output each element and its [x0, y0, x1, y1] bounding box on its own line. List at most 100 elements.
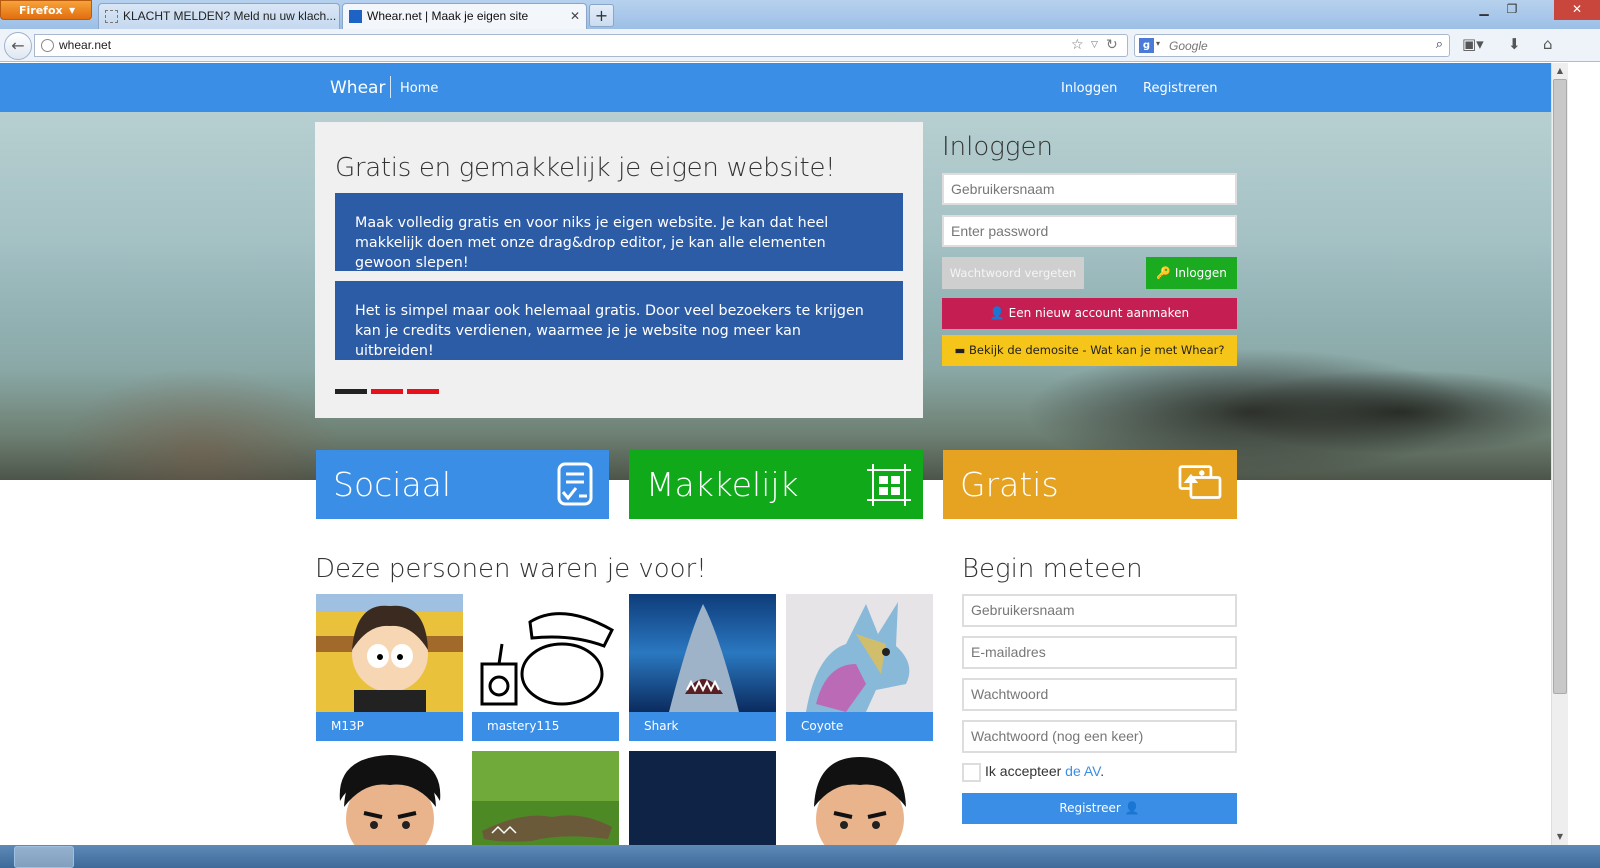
taskbar-button[interactable]	[14, 846, 74, 868]
register-email-placeholder: E-mailadres	[971, 644, 1046, 660]
accept-terms-label: Ik accepteer de AV.	[985, 763, 1104, 779]
login-username-placeholder: Gebruikersnaam	[951, 181, 1055, 197]
firefox-menu-button[interactable]: Firefox ▼	[0, 0, 92, 20]
tab-whear[interactable]: Whear.net | Maak je eigen site ✕	[342, 3, 587, 29]
os-taskbar	[0, 845, 1600, 868]
user-icon: 👤	[1124, 801, 1140, 815]
person-card[interactable]: Coyote	[786, 594, 933, 741]
feature-label: Makkelijk	[646, 465, 799, 504]
page-scrollbar[interactable]: ▲ ▼	[1551, 63, 1568, 845]
person-card[interactable]	[786, 751, 933, 845]
chevron-down-icon[interactable]: ▾	[1156, 39, 1160, 48]
avatar	[316, 594, 463, 712]
card-icon: ▬	[954, 343, 966, 357]
scroll-up-icon[interactable]: ▲	[1552, 63, 1568, 79]
register-username-input[interactable]: Gebruikersnaam	[962, 594, 1237, 627]
intro-slider: Gratis en gemakkelijk je eigen website! …	[315, 122, 923, 418]
person-card[interactable]	[316, 751, 463, 845]
register-password-input[interactable]: Wachtwoord	[962, 678, 1237, 711]
avatar	[786, 751, 933, 845]
tab-title: KLACHT MELDEN? Meld nu uw klach...	[123, 9, 337, 23]
feature-tile-social[interactable]: Sociaal	[316, 450, 609, 519]
slider-title: Gratis en gemakkelijk je eigen website!	[335, 153, 836, 183]
demo-site-label: Bekijk de demosite - Wat kan je met Whea…	[969, 343, 1225, 357]
key-icon: 🔑	[1156, 266, 1172, 280]
feature-tile-easy[interactable]: Makkelijk	[629, 450, 923, 519]
grid-frame-icon	[867, 464, 911, 506]
slider-dot[interactable]	[371, 389, 403, 394]
tab-klacht[interactable]: KLACHT MELDEN? Meld nu uw klach...	[98, 3, 340, 29]
person-card[interactable]	[629, 751, 776, 845]
avatar	[629, 594, 776, 712]
search-bar[interactable]: g ▾ Google ⌕	[1134, 34, 1450, 57]
bookmarks-icon[interactable]: ▣▾	[1462, 35, 1484, 53]
login-password-placeholder: Enter password	[951, 223, 1049, 239]
nav-register-link[interactable]: Registreren	[1143, 81, 1218, 96]
scroll-down-icon[interactable]: ▼	[1552, 829, 1568, 845]
browser-tab-bar: Firefox ▼ KLACHT MELDEN? Meld nu uw klach…	[0, 0, 1600, 29]
bookmark-star-icon[interactable]: ☆	[1071, 37, 1084, 53]
demo-site-button[interactable]: ▬ Bekijk de demosite - Wat kan je met Wh…	[942, 335, 1237, 366]
tab-title: Whear.net | Maak je eigen site	[367, 9, 529, 23]
person-name: Coyote	[786, 712, 933, 741]
google-icon[interactable]: g	[1139, 38, 1154, 53]
user-icon: 👤	[989, 306, 1005, 320]
nav-divider	[390, 76, 391, 98]
back-arrow-icon[interactable]: ←	[4, 32, 32, 60]
feature-label: Sociaal	[333, 465, 452, 504]
login-button[interactable]: 🔑 Inloggen	[1146, 257, 1237, 289]
nav-home-link[interactable]: Home	[400, 81, 438, 96]
scroll-thumb[interactable]	[1553, 79, 1567, 694]
avatar	[472, 594, 619, 712]
slider-dot[interactable]	[407, 389, 439, 394]
accept-terms-period: .	[1100, 763, 1105, 779]
page-icon	[105, 10, 118, 23]
register-username-placeholder: Gebruikersnaam	[971, 602, 1075, 618]
person-card[interactable]: mastery115	[472, 594, 619, 741]
search-icon[interactable]: ⌕	[1436, 37, 1443, 52]
forgot-password-button[interactable]: Wachtwoord vergeten	[942, 257, 1084, 289]
nav-login-link[interactable]: Inloggen	[1061, 81, 1117, 96]
slider-dot-active[interactable]	[335, 389, 367, 394]
feature-tile-free[interactable]: Gratis	[943, 450, 1237, 519]
download-icon[interactable]: ⬇	[1508, 35, 1521, 53]
register-button[interactable]: Registreer 👤	[962, 793, 1237, 824]
login-title: Inloggen	[942, 132, 1053, 162]
person-name: mastery115	[472, 712, 619, 741]
register-password-repeat-input[interactable]: Wachtwoord (nog een keer)	[962, 720, 1237, 753]
browser-nav-bar: ← whear.net ☆ ▽ ↻ g ▾ Google ⌕ ▣▾ ⬇ ⌂	[0, 29, 1600, 62]
login-password-input[interactable]: Enter password	[942, 215, 1237, 247]
person-name: M13P	[316, 712, 463, 741]
home-icon[interactable]: ⌂	[1543, 35, 1553, 53]
chevron-down-icon[interactable]: ▽	[1091, 40, 1098, 50]
window-close-icon[interactable]: ✕	[1554, 0, 1600, 20]
minimize-icon[interactable]: ▁	[1470, 0, 1498, 20]
person-card[interactable]	[472, 751, 619, 845]
register-title: Begin meteen	[962, 554, 1143, 584]
page-viewport: Whear Home Inloggen Registreren Gratis e…	[0, 63, 1551, 845]
register-email-input[interactable]: E-mailadres	[962, 636, 1237, 669]
url-bar[interactable]: whear.net ☆ ▽ ↻	[34, 34, 1128, 57]
new-tab-button[interactable]: +	[589, 4, 614, 27]
person-card[interactable]: M13P	[316, 594, 463, 741]
site-navbar: Whear Home Inloggen Registreren	[0, 63, 1551, 112]
slide-text-2: Het is simpel maar ook helemaal gratis. …	[335, 281, 903, 360]
terms-link[interactable]: de AV	[1065, 763, 1100, 779]
chevron-down-icon: ▼	[69, 6, 76, 15]
checklist-icon	[557, 462, 593, 506]
slide-text-1: Maak volledig gratis en voor niks je eig…	[335, 193, 903, 271]
forgot-password-label: Wachtwoord vergeten	[949, 266, 1077, 280]
images-icon	[1178, 465, 1222, 499]
reload-icon[interactable]: ↻	[1106, 37, 1118, 53]
site-brand[interactable]: Whear	[330, 78, 385, 98]
person-card[interactable]: Shark	[629, 594, 776, 741]
restore-icon[interactable]: ❐	[1498, 0, 1526, 20]
globe-icon	[41, 39, 54, 52]
login-username-input[interactable]: Gebruikersnaam	[942, 173, 1237, 205]
url-text: whear.net	[59, 38, 112, 52]
close-icon[interactable]: ✕	[570, 4, 580, 28]
accept-terms-checkbox[interactable]	[962, 763, 981, 782]
feature-label: Gratis	[960, 465, 1059, 504]
search-placeholder: Google	[1169, 39, 1208, 53]
new-account-button[interactable]: 👤 Een nieuw account aanmaken	[942, 298, 1237, 329]
